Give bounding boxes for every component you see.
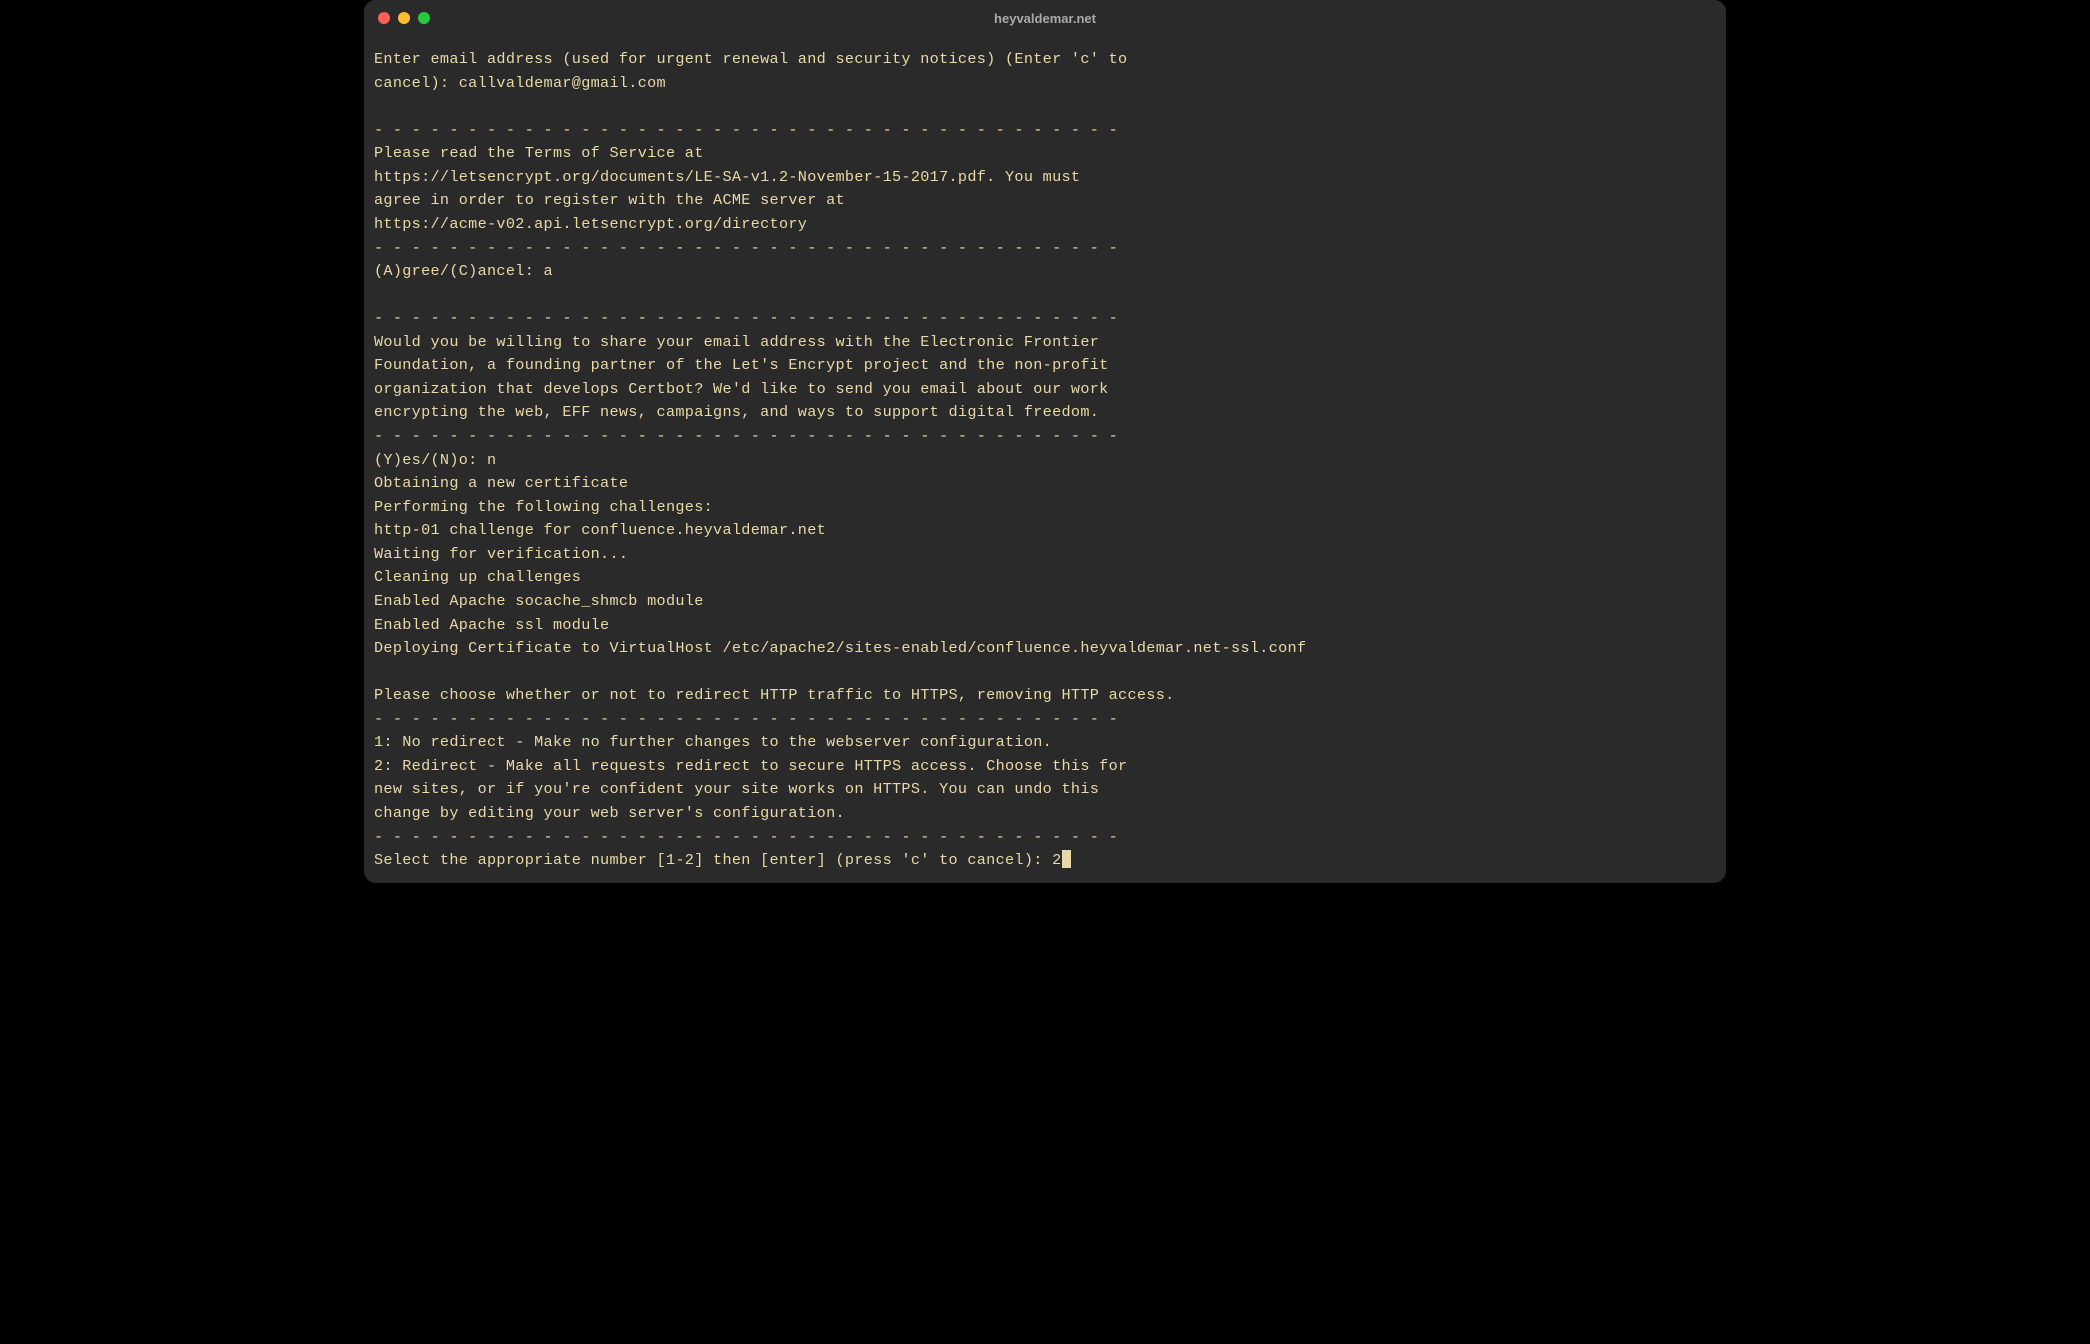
terminal-line [374, 284, 1716, 308]
terminal-line: Foundation, a founding partner of the Le… [374, 354, 1716, 378]
terminal-line: - - - - - - - - - - - - - - - - - - - - … [374, 425, 1716, 449]
terminal-line: cancel): callvaldemar@gmail.com [374, 72, 1716, 96]
terminal-line: Please choose whether or not to redirect… [374, 684, 1716, 708]
terminal-line [374, 95, 1716, 119]
terminal-line: Please read the Terms of Service at [374, 142, 1716, 166]
terminal-line: 1: No redirect - Make no further changes… [374, 731, 1716, 755]
maximize-icon[interactable] [418, 12, 430, 24]
minimize-icon[interactable] [398, 12, 410, 24]
terminal-line: https://letsencrypt.org/documents/LE-SA-… [374, 166, 1716, 190]
terminal-line: change by editing your web server's conf… [374, 802, 1716, 826]
terminal-line: new sites, or if you're confident your s… [374, 778, 1716, 802]
terminal-line: organization that develops Certbot? We'd… [374, 378, 1716, 402]
cursor-icon [1062, 850, 1071, 868]
terminal-line: http-01 challenge for confluence.heyvald… [374, 519, 1716, 543]
terminal-line: Enabled Apache socache_shmcb module [374, 590, 1716, 614]
terminal-line: encrypting the web, EFF news, campaigns,… [374, 401, 1716, 425]
terminal-line: - - - - - - - - - - - - - - - - - - - - … [374, 826, 1716, 850]
terminal-line: Would you be willing to share your email… [374, 331, 1716, 355]
terminal-line: Obtaining a new certificate [374, 472, 1716, 496]
terminal-line: - - - - - - - - - - - - - - - - - - - - … [374, 119, 1716, 143]
terminal-line: - - - - - - - - - - - - - - - - - - - - … [374, 237, 1716, 261]
terminal-line: Enabled Apache ssl module [374, 614, 1716, 638]
terminal-line: (Y)es/(N)o: n [374, 449, 1716, 473]
terminal-prompt-line[interactable]: Select the appropriate number [1-2] then… [374, 849, 1716, 873]
terminal-line: agree in order to register with the ACME… [374, 189, 1716, 213]
terminal-line: (A)gree/(C)ancel: a [374, 260, 1716, 284]
terminal-line: Deploying Certificate to VirtualHost /et… [374, 637, 1716, 661]
terminal-line: - - - - - - - - - - - - - - - - - - - - … [374, 307, 1716, 331]
terminal-body[interactable]: Enter email address (used for urgent ren… [364, 36, 1726, 883]
terminal-line: Waiting for verification... [374, 543, 1716, 567]
terminal-line: - - - - - - - - - - - - - - - - - - - - … [374, 708, 1716, 732]
terminal-line: Performing the following challenges: [374, 496, 1716, 520]
terminal-line: 2: Redirect - Make all requests redirect… [374, 755, 1716, 779]
terminal-line: Cleaning up challenges [374, 566, 1716, 590]
window-title: heyvaldemar.net [994, 11, 1096, 26]
traffic-lights [378, 12, 430, 24]
terminal-line: Enter email address (used for urgent ren… [374, 48, 1716, 72]
terminal-line [374, 661, 1716, 685]
terminal-line: https://acme-v02.api.letsencrypt.org/dir… [374, 213, 1716, 237]
terminal-prompt-text: Select the appropriate number [1-2] then… [374, 851, 1062, 869]
close-icon[interactable] [378, 12, 390, 24]
terminal-window: heyvaldemar.net Enter email address (use… [364, 0, 1726, 883]
titlebar: heyvaldemar.net [364, 0, 1726, 36]
